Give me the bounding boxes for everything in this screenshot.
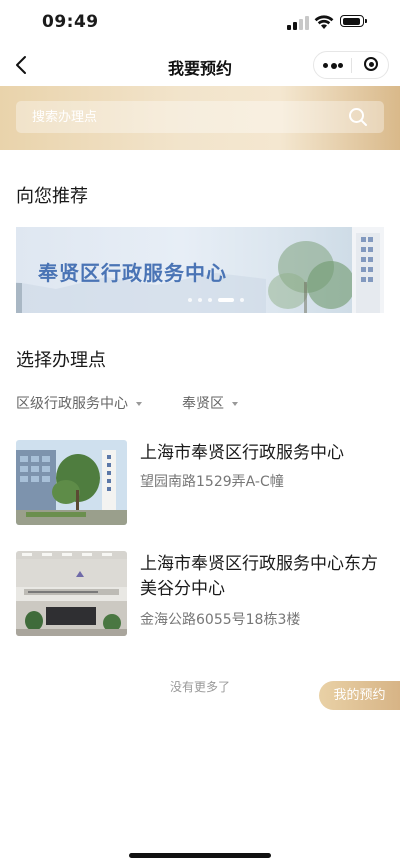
dropdown-arrow-icon — [232, 402, 238, 406]
filter-district[interactable]: 奉贤区 — [182, 393, 238, 413]
banner-dot — [240, 298, 244, 302]
recommend-banner[interactable]: 奉贤区行政服务中心 — [16, 227, 384, 313]
banner-dot — [188, 298, 192, 302]
search-header — [0, 86, 400, 150]
wifi-icon — [314, 15, 334, 29]
more-icon[interactable] — [323, 62, 343, 69]
filter-center-level[interactable]: 区级行政服务中心 — [16, 393, 142, 413]
office-address: 金海公路6055号18栋3楼 — [140, 612, 301, 628]
banner-title: 奉贤区行政服务中心 — [38, 261, 227, 285]
home-indicator — [129, 853, 271, 858]
list-item[interactable]: 上海市奉贤区行政服务中心东方美谷分中心 金海公路6055号18栋3楼 — [16, 551, 386, 637]
banner-dot — [198, 298, 202, 302]
office-name: 上海市奉贤区行政服务中心 — [140, 443, 344, 463]
banner-dot — [208, 298, 212, 302]
search-input[interactable] — [32, 101, 332, 133]
banner-pagination — [188, 298, 250, 302]
nav-bar: 我要预约 — [0, 46, 400, 86]
dropdown-arrow-icon — [136, 402, 142, 406]
cellular-signal-icon — [287, 16, 309, 30]
office-address: 望园南路1529弄A-C幢 — [140, 474, 284, 490]
battery-icon — [340, 15, 367, 27]
filter-label: 区级行政服务中心 — [16, 396, 128, 412]
select-office-title: 选择办理点 — [16, 350, 106, 371]
recommend-section-title: 向您推荐 — [16, 186, 88, 207]
filter-label: 奉贤区 — [182, 396, 224, 412]
office-photo — [16, 551, 127, 636]
list-item[interactable]: 上海市奉贤区行政服务中心 望园南路1529弄A-C幢 — [16, 440, 386, 526]
status-time: 09:49 — [42, 12, 99, 32]
mini-program-capsule — [313, 51, 389, 79]
search-icon[interactable] — [348, 107, 368, 127]
my-appointments-button[interactable]: 我的预约 — [319, 681, 400, 710]
search-box[interactable] — [16, 101, 384, 133]
banner-dot-active — [218, 298, 234, 302]
office-name: 上海市奉贤区行政服务中心东方美谷分中心 — [140, 554, 378, 599]
status-bar: 09:49 — [0, 0, 400, 46]
capsule-divider — [351, 58, 352, 73]
close-mini-program-icon[interactable] — [364, 57, 378, 71]
office-photo — [16, 440, 127, 525]
